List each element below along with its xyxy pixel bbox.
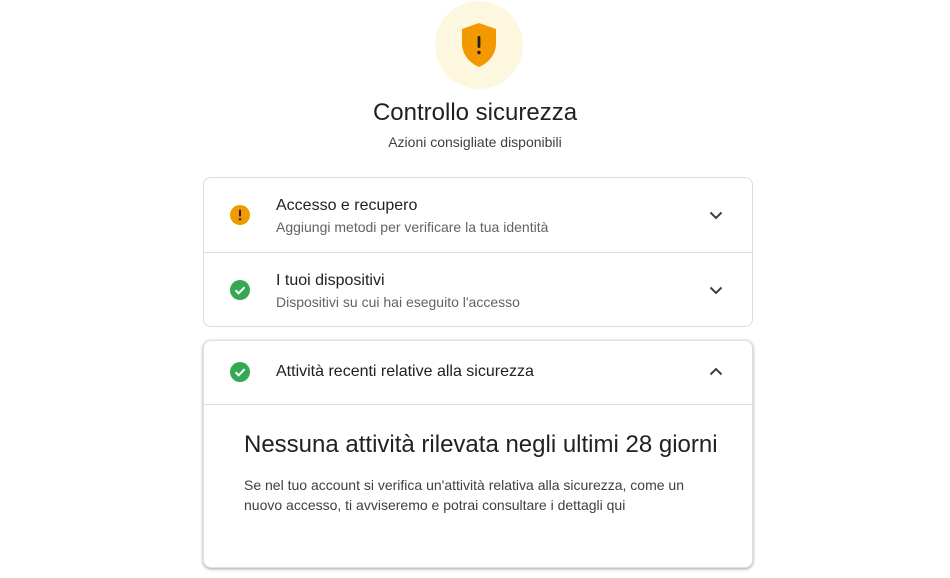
checkup-list-card: Accesso e recupero Aggiungi metodi per v… xyxy=(203,177,753,327)
section-title: I tuoi dispositivi xyxy=(276,272,385,289)
page-subtitle: Azioni consigliate disponibili xyxy=(388,134,562,150)
check-circle-icon xyxy=(230,362,250,382)
activity-detail-title: Nessuna attività rilevata negli ultimi 2… xyxy=(244,431,718,458)
page-title: Controllo sicurezza xyxy=(372,99,578,126)
section-description: Aggiungi metodi per verificare la tua id… xyxy=(276,219,549,235)
shield-badge xyxy=(435,1,523,89)
chevron-down-icon[interactable] xyxy=(706,280,726,300)
shield-warning-icon xyxy=(462,23,496,67)
warning-circle-icon xyxy=(230,205,250,225)
section-your-devices[interactable]: I tuoi dispositivi Dispositivi su cui ha… xyxy=(204,252,752,327)
section-title: Accesso e recupero xyxy=(276,197,418,214)
section-title: Attività recenti relative alla sicurezza xyxy=(276,363,534,380)
chevron-up-icon[interactable] xyxy=(706,362,726,382)
section-description: Dispositivi su cui hai eseguito l'access… xyxy=(276,294,520,310)
section-access-recovery[interactable]: Accesso e recupero Aggiungi metodi per v… xyxy=(204,178,752,252)
security-checkup-page: Controllo sicurezza Azioni consigliate d… xyxy=(0,0,950,578)
section-recent-activity[interactable]: Attività recenti relative alla sicurezza xyxy=(204,341,752,405)
chevron-down-icon[interactable] xyxy=(706,205,726,225)
activity-detail: Nessuna attività rilevata negli ultimi 2… xyxy=(244,429,724,515)
recent-activity-card: Attività recenti relative alla sicurezza… xyxy=(203,340,753,568)
activity-detail-text: Se nel tuo account si verifica un'attivi… xyxy=(244,477,685,513)
check-circle-icon xyxy=(230,280,250,300)
